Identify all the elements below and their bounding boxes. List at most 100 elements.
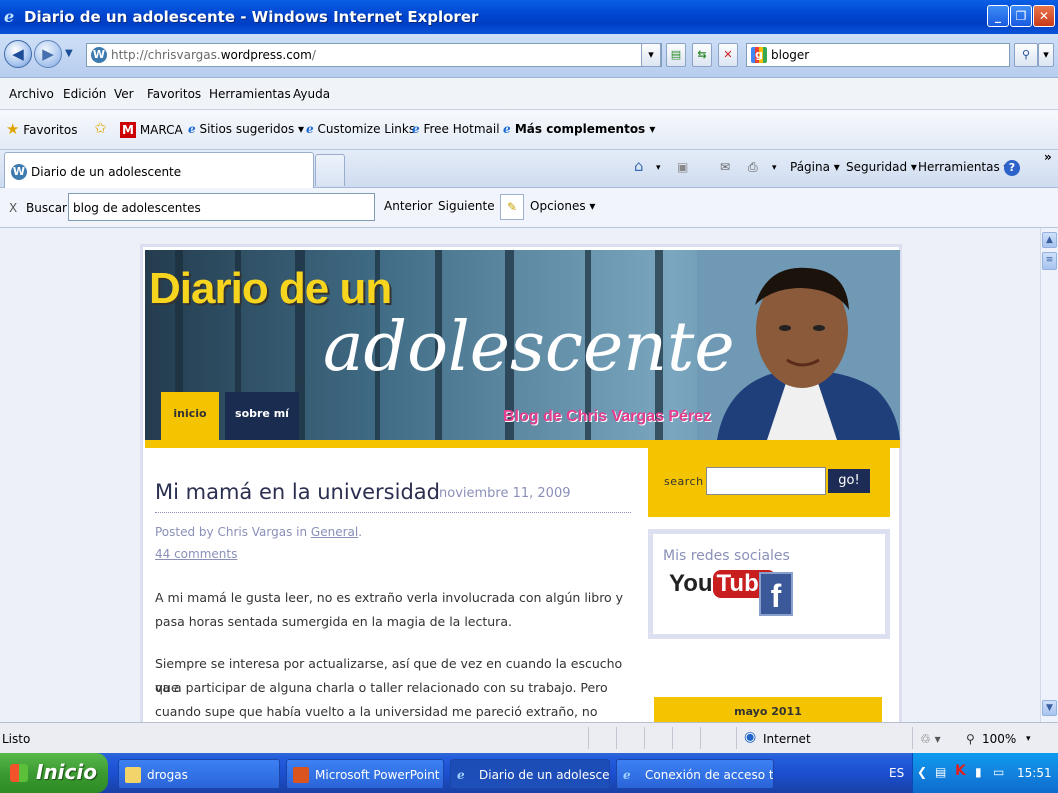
back-button[interactable]: ◀ [4, 40, 32, 68]
scroll-down-icon[interactable]: ▼ [1042, 700, 1057, 716]
pagina-menu[interactable]: Página ▾ [790, 160, 840, 174]
favorite-marca[interactable]: M MARCA [120, 122, 183, 138]
blog-search-go-button[interactable]: go! [828, 469, 870, 493]
favorite-customize-label: Customize Links [317, 122, 416, 136]
feeds-icon[interactable]: ▣ [677, 160, 688, 174]
add-favorite-star-icon: ✩ [94, 119, 107, 137]
post-paragraph-1-line-1: A mi mamá le gusta leer, no es extraño v… [155, 590, 624, 605]
tab-diario[interactable]: W Diario de un adolescente [4, 152, 314, 188]
address-dropdown-button[interactable]: ▾ [641, 43, 661, 67]
blog-tagline: Blog de Chris Vargas Pérez [503, 408, 712, 425]
nav-inicio[interactable]: inicio [161, 392, 219, 440]
blog-search-widget: search go! [648, 447, 890, 517]
maximize-button[interactable]: ❐ [1010, 5, 1032, 27]
print-icon[interactable]: ⎙ [748, 160, 758, 175]
battery-icon[interactable]: ▮ [975, 765, 982, 779]
find-input[interactable]: blog de adolescentes [68, 193, 375, 221]
find-close-button[interactable]: X [9, 201, 17, 215]
home-icon[interactable]: ⌂ [634, 157, 644, 175]
favorites-button[interactable]: ★ Favoritos [6, 120, 77, 138]
menu-archivo[interactable]: Archivo [9, 87, 54, 101]
ie-page-icon: e [503, 122, 511, 136]
ie-page-icon: e [306, 122, 314, 136]
url-domain: wordpress.com [220, 48, 312, 62]
favorite-sitios-sugeridos[interactable]: e Sitios sugeridos ▾ [188, 122, 304, 136]
search-input[interactable]: g bloger [746, 43, 1010, 67]
highlight-icon[interactable]: ✎ [500, 194, 524, 220]
stop-icon[interactable]: ✕ [718, 43, 738, 67]
favorite-mas-complementos[interactable]: e Más complementos ▾ [503, 122, 655, 136]
favorite-marca-label: MARCA [139, 123, 183, 137]
zoom-dropdown-icon[interactable]: ▾ [1026, 734, 1031, 744]
tray-expand-icon[interactable]: ❮ [917, 765, 927, 779]
new-tab-button[interactable] [315, 154, 345, 186]
menu-edicion[interactable]: Edición [63, 87, 106, 101]
youtube-you: You [669, 570, 713, 597]
find-previous-button[interactable]: Anterior [384, 199, 432, 213]
compatibility-icon[interactable]: ▤ [666, 43, 686, 67]
help-icon[interactable]: ? [1004, 160, 1020, 176]
post-paragraph-2-line-3: cuando supe que había vuelto a la univer… [155, 704, 598, 719]
monitor-icon[interactable]: ▭ [993, 765, 1004, 779]
home-dropdown-icon[interactable]: ▾ [656, 163, 661, 173]
google-icon: g [751, 47, 767, 63]
zoom-level[interactable]: 100% [982, 732, 1016, 746]
url-suffix: / [311, 48, 316, 62]
task-ie-diario-label: Diario de un adolesce... [479, 768, 610, 782]
search-options-button[interactable]: ▾ [1038, 43, 1054, 67]
post-title-rule [155, 512, 631, 513]
close-button[interactable]: ✕ [1033, 5, 1055, 27]
blog-search-label: search [664, 475, 704, 488]
post-paragraph-1-line-2: pasa horas sentada sumergida en la magia… [155, 614, 512, 629]
seguridad-menu[interactable]: Seguridad ▾ [846, 160, 917, 174]
protected-mode-icon[interactable]: ♲ ▾ [920, 732, 941, 746]
scroll-up-icon[interactable]: ▲ [1042, 232, 1057, 248]
clock[interactable]: 15:51 [1017, 766, 1052, 780]
menu-ver[interactable]: Ver [114, 87, 134, 101]
network-icon[interactable]: ▤ [935, 765, 946, 779]
search-go-icon[interactable]: ⚲ [1014, 43, 1038, 67]
powerpoint-icon [293, 767, 309, 783]
social-heading: Mis redes sociales [663, 548, 790, 564]
address-input[interactable]: W http://chrisvargas.wordpress.com/ [86, 43, 662, 67]
nav-sobre-mi[interactable]: sobre mí [225, 392, 299, 440]
vertical-scrollbar[interactable]: ▲ ≡ ▼ [1040, 228, 1058, 722]
scroll-thumb[interactable]: ≡ [1042, 252, 1057, 270]
refresh-icon[interactable]: ⇆ [692, 43, 712, 67]
history-dropdown-icon[interactable]: ▼ [65, 48, 73, 59]
mail-icon[interactable]: ✉ [720, 160, 730, 174]
facebook-icon[interactable]: f [759, 572, 793, 616]
chevron-more-icon[interactable]: » [1044, 150, 1052, 164]
favorite-customize-links[interactable]: e Customize Links [306, 122, 415, 136]
blog-search-input[interactable] [706, 467, 826, 495]
post-date: noviembre 11, 2009 [439, 486, 571, 501]
find-options-button[interactable]: Opciones ▾ [530, 199, 595, 213]
find-next-button[interactable]: Siguiente [438, 199, 495, 213]
add-favorite-button[interactable]: ✩ [94, 119, 107, 137]
post-paragraph-2-line-2: va a participar de alguna charla o talle… [155, 680, 608, 695]
language-indicator[interactable]: ES [889, 766, 904, 780]
page-content: Diario de un adolescente Blog de Chris V… [0, 228, 1040, 722]
menu-favoritos[interactable]: Favoritos [147, 87, 201, 101]
star-icon: ★ [6, 120, 20, 138]
post-category-link[interactable]: General [311, 525, 358, 539]
antivirus-icon[interactable]: K [955, 763, 966, 779]
post-title[interactable]: Mi mamá en la universidad [155, 480, 440, 504]
herramientas-menu[interactable]: Herramientas ▾ [918, 160, 1010, 174]
print-dropdown-icon[interactable]: ▾ [772, 163, 777, 173]
post-comments-link[interactable]: 44 comments [155, 547, 237, 561]
task-ie-diario[interactable]: e Diario de un adolesce... [450, 759, 610, 789]
youtube-icon[interactable]: You Tube [669, 570, 777, 610]
social-widget: Mis redes sociales You Tube f [648, 529, 890, 639]
minimize-button[interactable]: _ [987, 5, 1009, 27]
find-input-value: blog de adolescentes [73, 201, 201, 215]
task-drogas[interactable]: drogas [118, 759, 280, 789]
task-powerpoint[interactable]: Microsoft PowerPoint ... [286, 759, 444, 789]
task-conexion[interactable]: e Conexión de acceso t... [616, 759, 774, 789]
menu-ayuda[interactable]: Ayuda [293, 87, 330, 101]
forward-button[interactable]: ▶ [34, 40, 62, 68]
start-button[interactable]: Inicio [0, 753, 108, 793]
menu-herramientas[interactable]: Herramientas [209, 87, 291, 101]
zoom-icon[interactable]: ⚲ [966, 732, 975, 746]
favorite-free-hotmail[interactable]: e Free Hotmail [412, 122, 500, 136]
